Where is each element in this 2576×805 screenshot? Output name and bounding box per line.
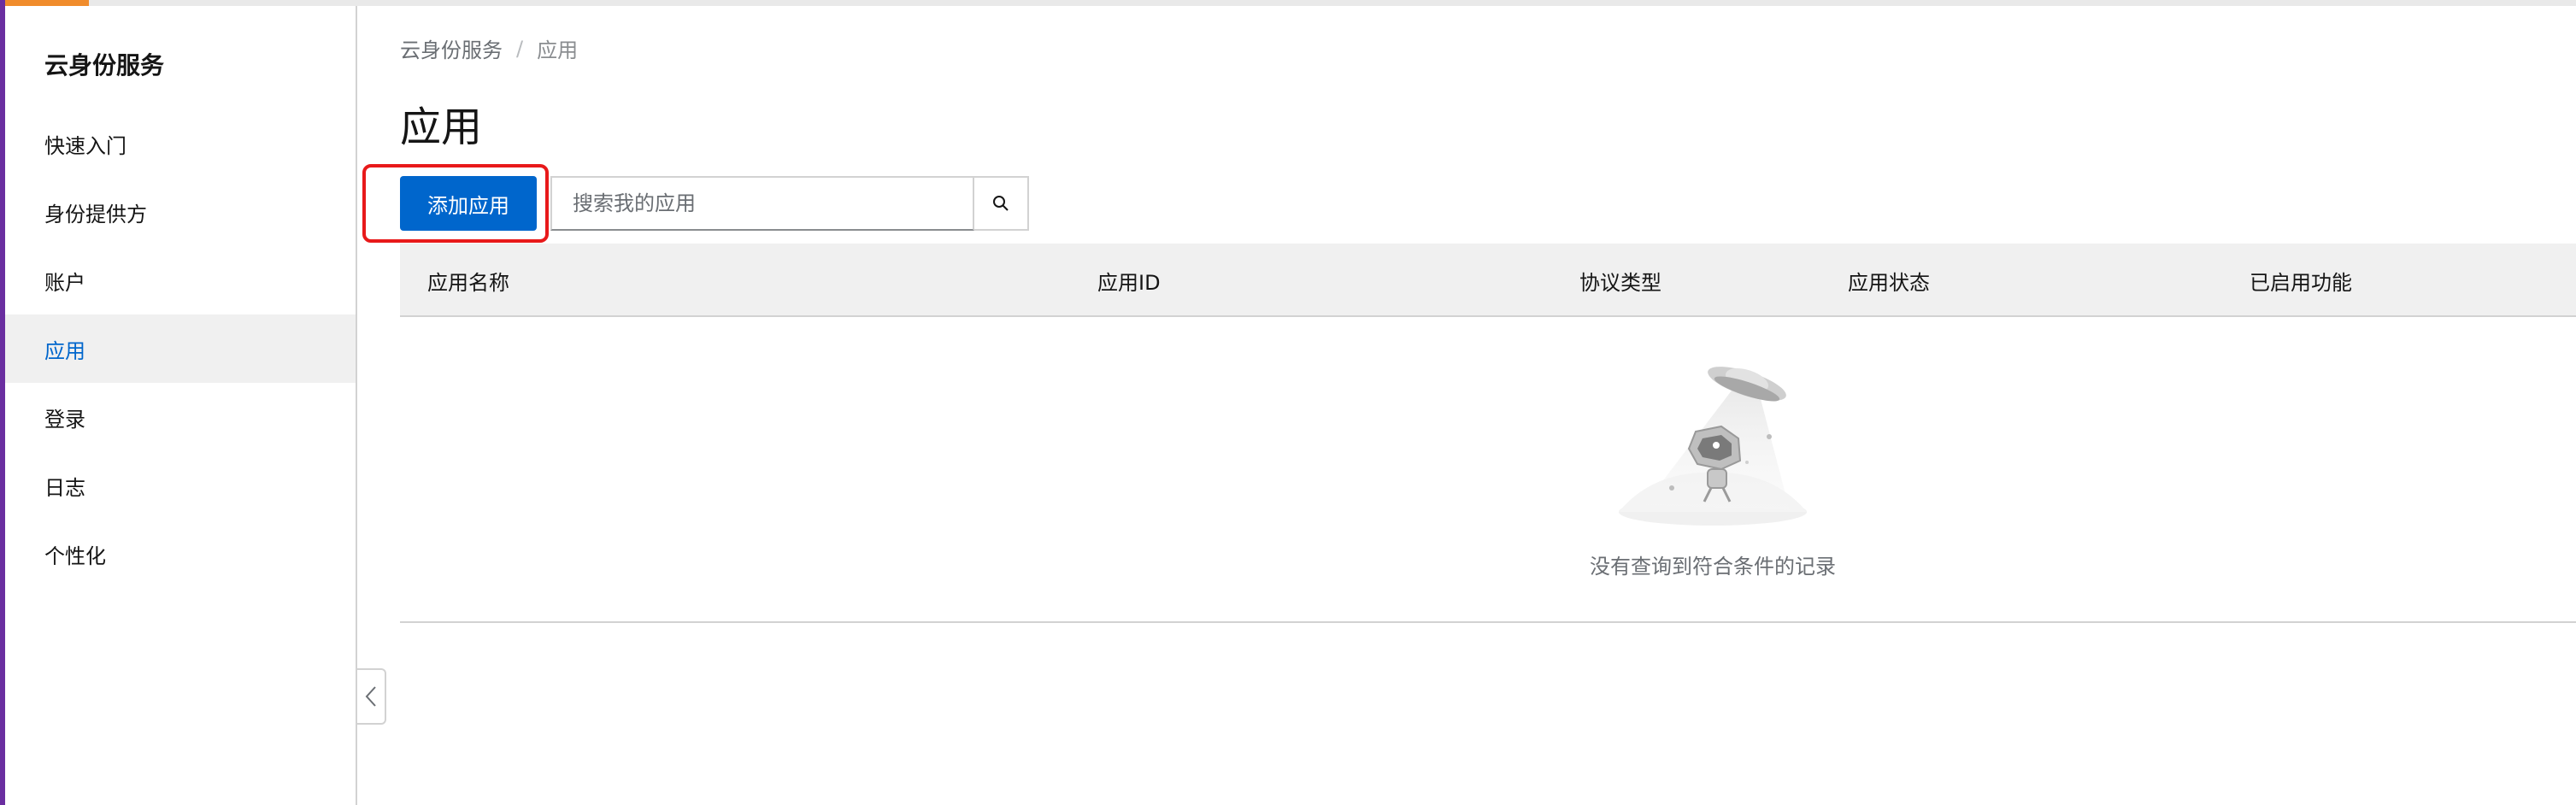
column-header-app-status[interactable]: 应用状态 [1848, 244, 1930, 317]
column-header-protocol-type[interactable]: 协议类型 [1579, 244, 1661, 317]
breadcrumb-current: 应用 [537, 38, 579, 62]
chevron-left-icon [365, 686, 376, 707]
breadcrumb: 云身份服务 / 应用 [400, 33, 578, 63]
search-input[interactable] [550, 176, 974, 231]
search-icon [993, 196, 1009, 211]
empty-state: 没有查询到符合条件的记录 [400, 317, 2576, 623]
sidebar-item-quickstart[interactable]: 快速入门 [5, 109, 356, 178]
sidebar-item-accounts[interactable]: 账户 [5, 246, 356, 314]
sidebar-item-identity-providers[interactable]: 身份提供方 [5, 178, 356, 246]
sidebar-item-applications[interactable]: 应用 [5, 314, 356, 383]
search-button[interactable] [974, 176, 1029, 231]
sidebar-item-logs[interactable]: 日志 [5, 451, 356, 520]
page-title: 应用 [400, 103, 483, 151]
add-application-button[interactable]: 添加应用 [400, 176, 537, 231]
sidebar-item-personalization[interactable]: 个性化 [5, 520, 356, 588]
table-header: 应用名称 应用ID 协议类型 应用状态 已启用功能 [400, 244, 2576, 317]
column-header-app-name[interactable]: 应用名称 [427, 244, 509, 317]
main-content: 云身份服务 / 应用 应用 添加应用 应用名称 应用ID 协议类型 应 [362, 6, 2576, 805]
top-accent [0, 0, 89, 6]
column-header-enabled-features[interactable]: 已启用功能 [2250, 244, 2352, 317]
app-window: 云身份服务 快速入门 身份提供方 账户 应用 登录 日志 个性化 云身份服务 /… [0, 0, 2576, 805]
breadcrumb-separator: / [516, 36, 524, 61]
empty-state-text: 没有查询到符合条件的记录 [1590, 555, 1836, 579]
sidebar: 云身份服务 快速入门 身份提供方 账户 应用 登录 日志 个性化 [5, 6, 357, 805]
sidebar-collapse-button[interactable] [357, 668, 386, 725]
sidebar-item-login[interactable]: 登录 [5, 383, 356, 451]
empty-state-ufo-illustration [1619, 367, 1807, 526]
breadcrumb-root[interactable]: 云身份服务 [400, 33, 503, 63]
column-header-app-id[interactable]: 应用ID [1097, 244, 1161, 317]
search-group [550, 176, 1029, 231]
sidebar-title: 云身份服务 [44, 51, 165, 79]
sidebar-nav: 快速入门 身份提供方 账户 应用 登录 日志 个性化 [5, 109, 356, 588]
top-bar [0, 0, 2576, 6]
